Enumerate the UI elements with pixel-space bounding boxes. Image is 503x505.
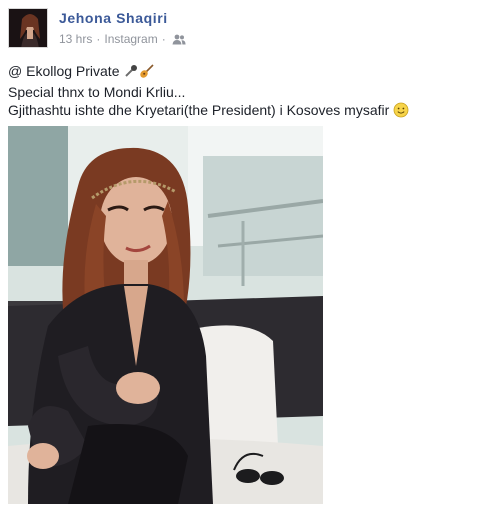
post-text-line-2: Special thnx to Mondi Krliu...: [8, 84, 186, 100]
avatar[interactable]: [8, 8, 48, 48]
post-photo[interactable]: [8, 126, 323, 504]
post-meta: 13 hrs · Instagram ·: [59, 32, 186, 46]
smiley-icon: [393, 102, 409, 122]
friends-icon[interactable]: [172, 34, 186, 45]
post-header: Jehona Shaqiri 13 hrs · Instagram ·: [8, 8, 488, 50]
post-text: @ Ekollog Private Special thnx to Mondi …: [8, 62, 488, 122]
meta-separator: ·: [96, 32, 101, 46]
microphone-icon: [123, 63, 139, 83]
guitar-icon: [139, 63, 155, 83]
post-source[interactable]: Instagram: [104, 32, 157, 46]
post-timestamp[interactable]: 13 hrs: [59, 32, 92, 46]
location-mention: @ Ekollog Private: [8, 63, 120, 79]
post-text-line-3: Gjithashtu ishte dhe Kryetari(the Presid…: [8, 101, 488, 122]
post-text-line-3-text: Gjithashtu ishte dhe Kryetari(the Presid…: [8, 102, 390, 118]
meta-separator-2: ·: [161, 32, 166, 46]
author-name[interactable]: Jehona Shaqiri: [59, 10, 168, 26]
post-text-line-1: @ Ekollog Private: [8, 62, 488, 83]
